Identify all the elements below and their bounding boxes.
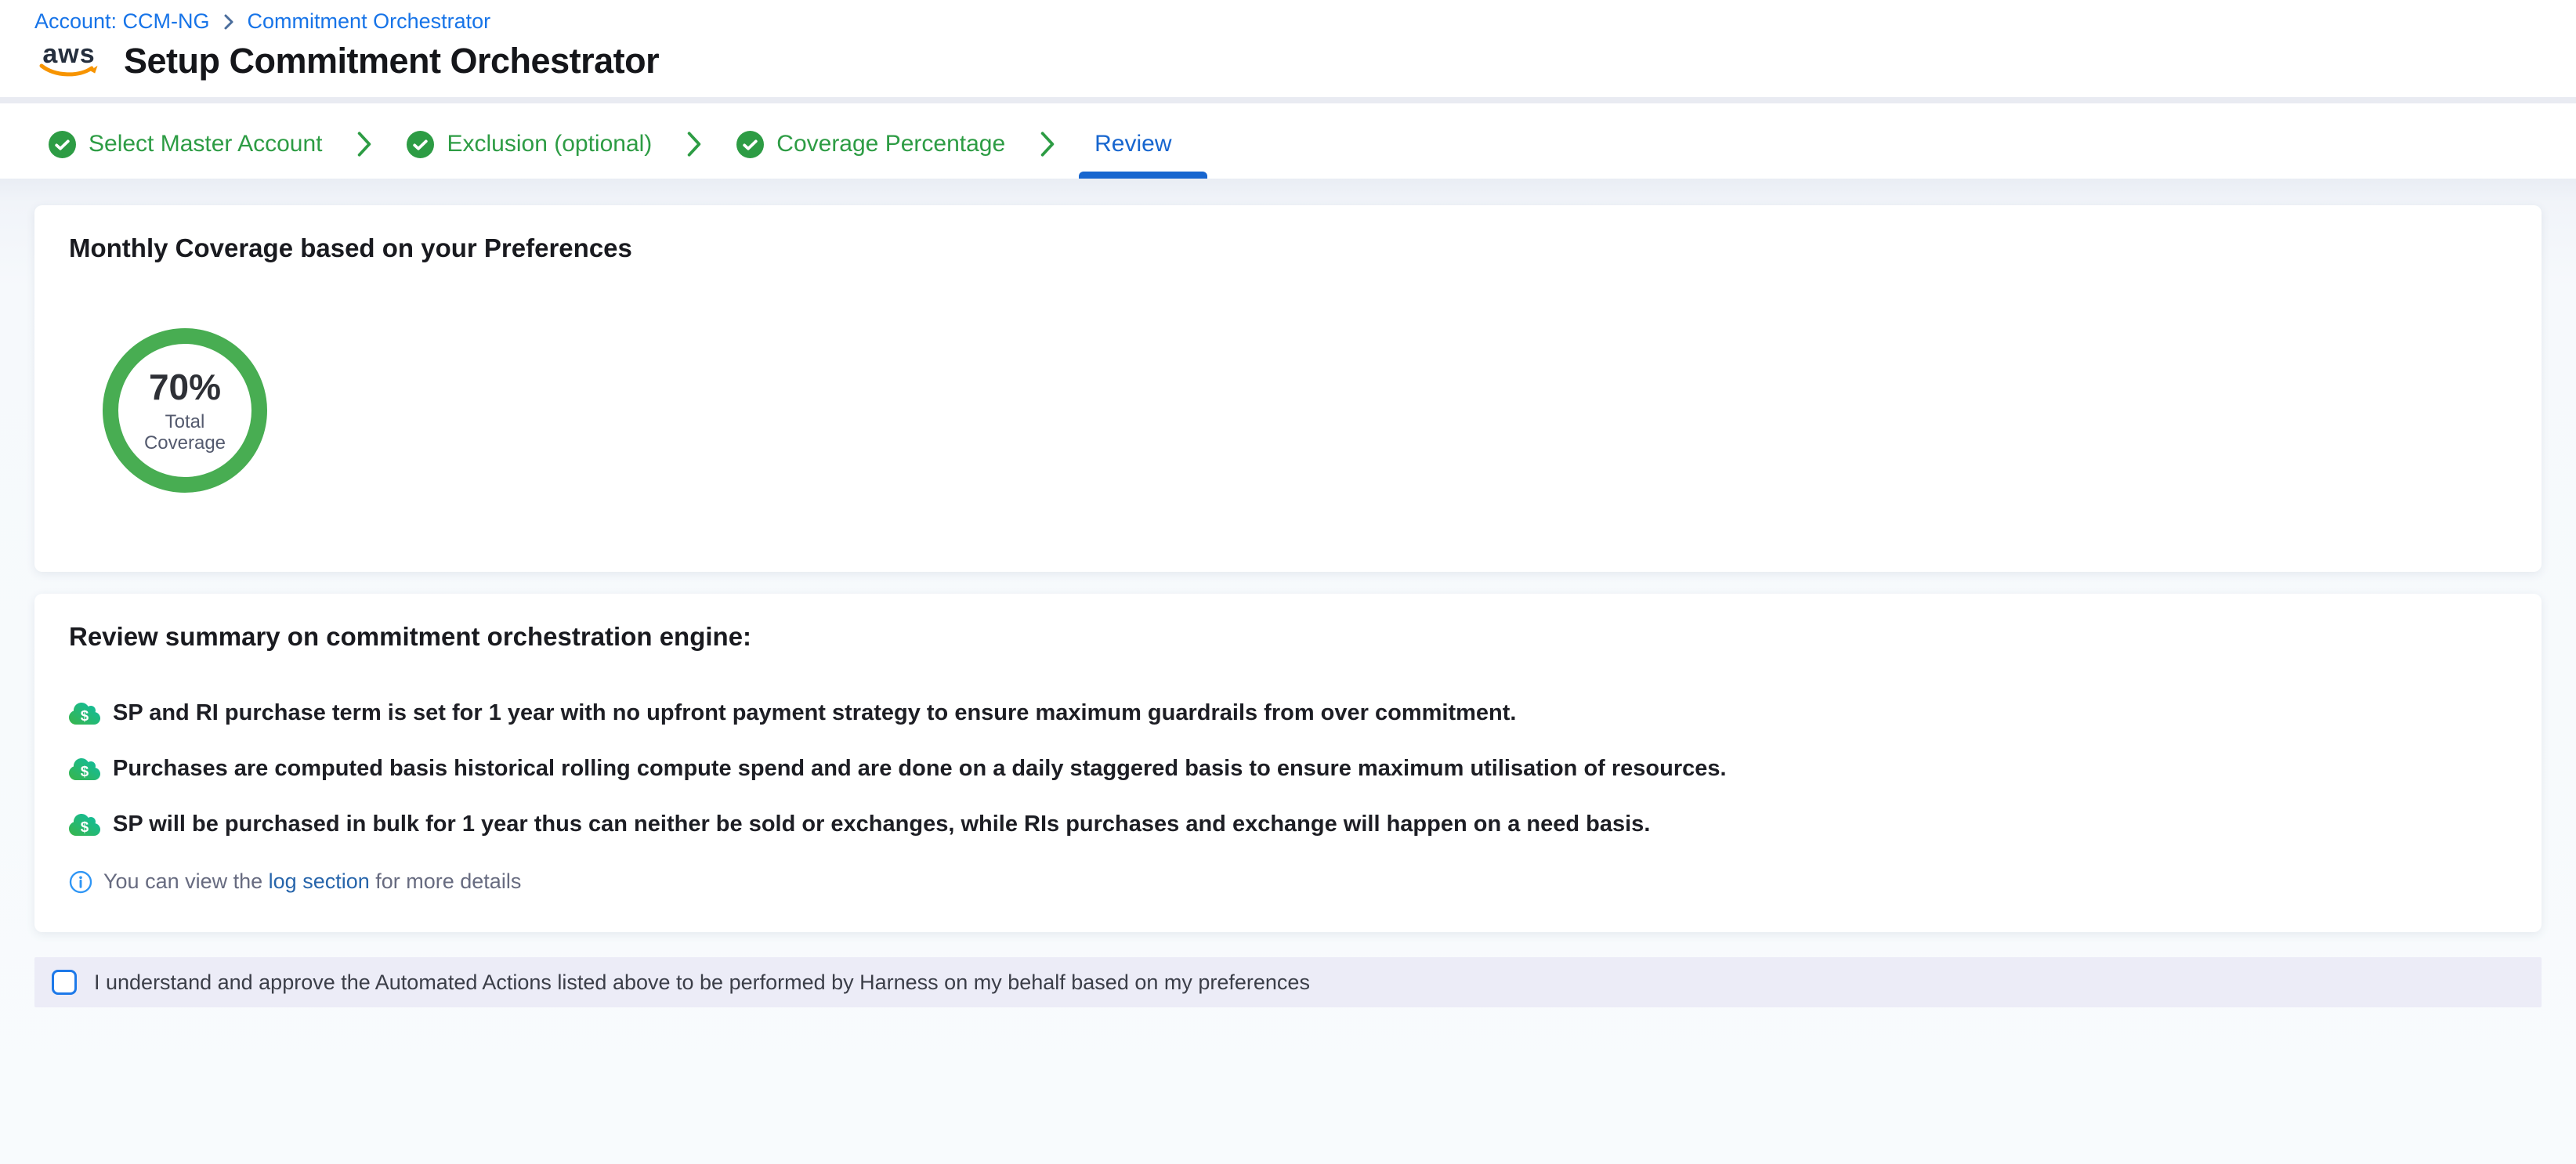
donut-center: 70% Total Coverage <box>102 327 268 493</box>
check-circle-icon <box>736 131 764 158</box>
approval-checkbox[interactable] <box>52 970 77 995</box>
coverage-donut-chart: 70% Total Coverage <box>102 327 268 493</box>
breadcrumb-chevron-icon <box>223 13 235 31</box>
aws-logo: aws <box>36 42 102 80</box>
tab-select-master-account[interactable]: Select Master Account <box>49 131 322 158</box>
cloud-dollar-icon: $ <box>69 701 100 726</box>
monthly-coverage-card: Monthly Coverage based on your Preferenc… <box>34 205 2542 572</box>
cloud-dollar-icon: $ <box>69 757 100 782</box>
step-chevron-icon <box>685 130 704 158</box>
tab-label: Review <box>1094 131 1171 157</box>
tab-review[interactable]: Review <box>1090 110 1176 179</box>
coverage-card-title: Monthly Coverage based on your Preferenc… <box>69 233 632 263</box>
tab-label: Coverage Percentage <box>776 131 1005 157</box>
aws-smile-icon <box>38 63 99 80</box>
review-summary-card: Review summary on commitment orchestrati… <box>34 594 2542 932</box>
active-tab-underline <box>1079 172 1207 179</box>
svg-text:$: $ <box>81 707 89 724</box>
page: Account: CCM-NG Commitment Orchestrator … <box>0 0 2576 1164</box>
log-info-row: You can view the log section for more de… <box>69 869 521 894</box>
tab-label: Select Master Account <box>89 131 322 157</box>
info-suffix: for more details <box>370 869 522 893</box>
check-circle-icon <box>49 131 76 158</box>
wizard-stepper: Select Master Account Exclusion (optiona… <box>0 110 2576 179</box>
step-chevron-icon <box>355 130 374 158</box>
list-item: $ SP and RI purchase term is set for 1 y… <box>69 700 2507 726</box>
svg-text:$: $ <box>81 819 89 835</box>
info-text: You can view the log section for more de… <box>103 869 521 894</box>
svg-text:$: $ <box>81 763 89 779</box>
info-prefix: You can view the <box>103 869 269 893</box>
step-chevron-icon <box>1038 130 1057 158</box>
approval-row: I understand and approve the Automated A… <box>34 957 2542 1007</box>
info-icon <box>69 870 92 894</box>
breadcrumb-account-link[interactable]: Account: CCM-NG <box>34 9 210 34</box>
title-row: aws Setup Commitment Orchestrator <box>36 41 659 81</box>
content-area: Monthly Coverage based on your Preferenc… <box>0 179 2576 1164</box>
page-title: Setup Commitment Orchestrator <box>124 41 659 81</box>
bullet-text: SP will be purchased in bulk for 1 year … <box>113 812 1650 837</box>
donut-value: 70% <box>149 367 221 407</box>
tab-exclusion-optional[interactable]: Exclusion (optional) <box>407 131 652 158</box>
summary-bullet-list: $ SP and RI purchase term is set for 1 y… <box>69 700 2507 837</box>
tab-coverage-percentage[interactable]: Coverage Percentage <box>736 131 1005 158</box>
breadcrumb-page-link[interactable]: Commitment Orchestrator <box>248 9 491 34</box>
page-header: Account: CCM-NG Commitment Orchestrator … <box>0 0 2576 103</box>
summary-card-title: Review summary on commitment orchestrati… <box>69 622 751 652</box>
bullet-text: Purchases are computed basis historical … <box>113 756 1727 782</box>
list-item: $ Purchases are computed basis historica… <box>69 756 2507 782</box>
list-item: $ SP will be purchased in bulk for 1 yea… <box>69 812 2507 837</box>
log-section-link[interactable]: log section <box>269 869 370 893</box>
donut-label: Total Coverage <box>132 411 238 454</box>
bullet-text: SP and RI purchase term is set for 1 yea… <box>113 700 1516 726</box>
cloud-dollar-icon: $ <box>69 812 100 837</box>
breadcrumb: Account: CCM-NG Commitment Orchestrator <box>34 9 490 34</box>
approval-label: I understand and approve the Automated A… <box>94 971 1310 995</box>
tab-label: Exclusion (optional) <box>447 131 652 157</box>
check-circle-icon <box>407 131 434 158</box>
